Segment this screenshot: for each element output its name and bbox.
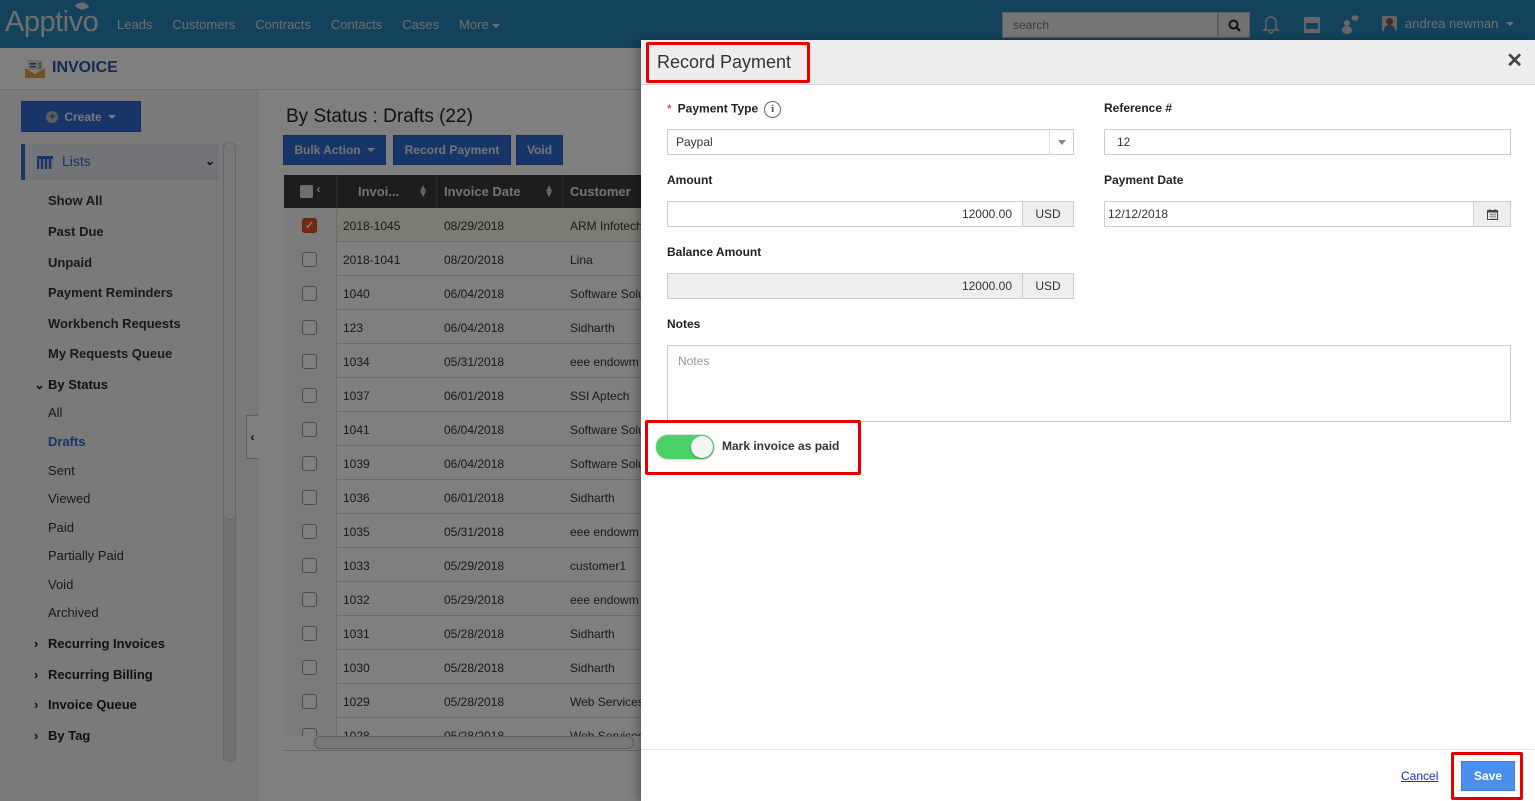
highlight-save bbox=[1451, 752, 1523, 800]
dropdown-arrow-icon bbox=[1049, 130, 1073, 154]
balance-currency: USD bbox=[1022, 273, 1074, 299]
highlight-title bbox=[646, 42, 810, 83]
cancel-link[interactable]: Cancel bbox=[1401, 769, 1438, 783]
notes-placeholder: Notes bbox=[678, 354, 710, 368]
payment-type-value: Paypal bbox=[676, 135, 713, 149]
reference-label: Reference # bbox=[1104, 101, 1173, 115]
payment-date-label: Payment Date bbox=[1104, 173, 1184, 187]
date-picker-button[interactable] bbox=[1473, 201, 1511, 227]
balance-amount-label: Balance Amount bbox=[667, 245, 762, 259]
modal-backdrop-top[interactable] bbox=[641, 0, 1535, 40]
payment-date-input[interactable]: 12/12/2018 bbox=[1104, 201, 1474, 227]
payment-type-select[interactable]: Paypal bbox=[667, 129, 1074, 155]
info-icon[interactable]: i bbox=[764, 101, 782, 118]
required-marker: * bbox=[667, 101, 672, 116]
amount-currency: USD bbox=[1022, 201, 1074, 227]
payment-type-label-text: Payment Type bbox=[677, 101, 759, 116]
modal-backdrop[interactable] bbox=[0, 0, 641, 801]
balance-amount-input: 12000.00 bbox=[667, 273, 1023, 299]
amount-label: Amount bbox=[667, 173, 713, 187]
highlight-mark-paid bbox=[645, 420, 861, 475]
calendar-icon bbox=[1486, 208, 1498, 220]
reference-input[interactable]: 12 bbox=[1104, 129, 1511, 155]
notes-label: Notes bbox=[667, 317, 701, 331]
record-payment-dialog: Record Payment ✕ * Payment Type i Paypal R… bbox=[641, 40, 1535, 801]
payment-date-value: 12/12/2018 bbox=[1108, 207, 1169, 221]
payment-type-label: * Payment Type i bbox=[667, 101, 782, 118]
dialog-footer-divider bbox=[641, 749, 1535, 750]
amount-value: 12000.00 bbox=[961, 207, 1012, 221]
close-icon[interactable]: ✕ bbox=[1506, 51, 1523, 71]
reference-value: 12 bbox=[1117, 135, 1131, 149]
amount-input[interactable]: 12000.00 bbox=[667, 201, 1023, 227]
balance-amount-value: 12000.00 bbox=[961, 279, 1012, 293]
notes-textarea[interactable]: Notes bbox=[667, 345, 1511, 422]
